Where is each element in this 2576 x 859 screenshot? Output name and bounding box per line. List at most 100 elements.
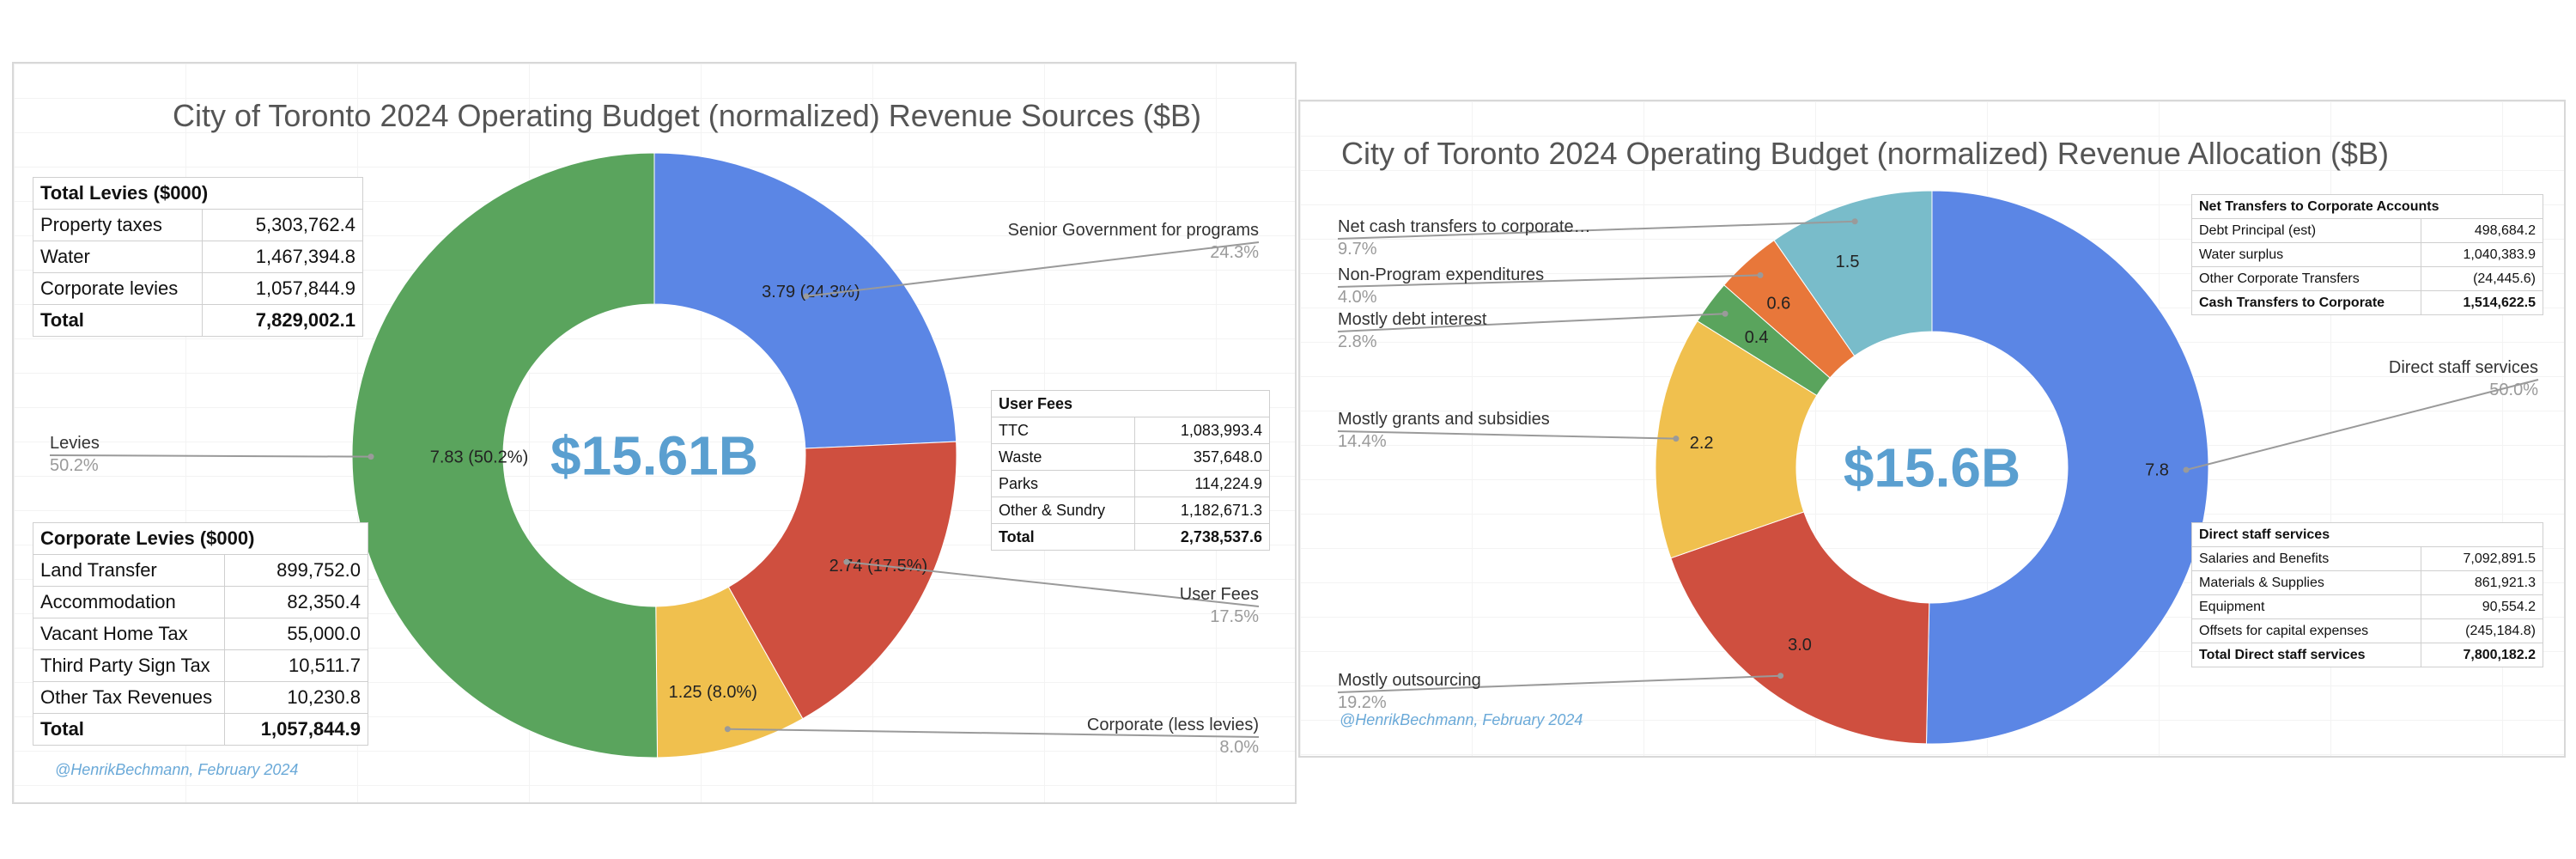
table-row: TTC 1,083,993.4 bbox=[991, 417, 1270, 444]
table-row: Materials & Supplies 861,921.3 bbox=[2191, 570, 2543, 595]
row-value: 1,040,383.9 bbox=[2421, 242, 2543, 267]
row-label: Equipment bbox=[2191, 594, 2421, 619]
row-label: Water surplus bbox=[2191, 242, 2421, 267]
callout-percent: 2.8% bbox=[1338, 332, 1377, 351]
table-header: Total Levies ($000) bbox=[33, 177, 363, 210]
table-row: Other Tax Revenues 10,230.8 bbox=[33, 681, 368, 714]
row-value: 899,752.0 bbox=[224, 554, 368, 587]
row-value: 82,350.4 bbox=[224, 586, 368, 618]
corporate-levies-table: Corporate Levies ($000) Land Transfer 899… bbox=[33, 522, 368, 746]
callout-percent: 17.5% bbox=[1210, 607, 1259, 626]
table-row: Water 1,467,394.8 bbox=[33, 241, 363, 273]
row-value: 7,829,002.1 bbox=[202, 304, 363, 337]
callout-anchor-dot bbox=[2183, 466, 2190, 473]
row-value: 7,800,182.2 bbox=[2421, 643, 2543, 667]
total-levies-table: Total Levies ($000) Property taxes 5,303,… bbox=[33, 177, 363, 337]
table-row: Accommodation 82,350.4 bbox=[33, 586, 368, 618]
table-total-row: Total Direct staff services 7,800,182.2 bbox=[2191, 643, 2543, 667]
row-label: Total bbox=[33, 713, 225, 746]
row-label: Water bbox=[33, 241, 203, 273]
callout-name-senior-government-for-programs: Senior Government for programs bbox=[1008, 221, 1259, 240]
row-value: 498,684.2 bbox=[2421, 218, 2543, 243]
slice-value-label: 0.4 bbox=[1745, 328, 1769, 347]
callout-name-net-cash-transfers-to-corporate: Net cash transfers to corporate… bbox=[1338, 217, 1591, 236]
row-value: 1,182,671.3 bbox=[1134, 497, 1270, 524]
callout-anchor-dot bbox=[1851, 218, 1858, 225]
net-transfers-table: Net Transfers to Corporate Accounts Debt… bbox=[2191, 194, 2543, 315]
callout-percent: 8.0% bbox=[1219, 738, 1259, 757]
row-label: Other Corporate Transfers bbox=[2191, 266, 2421, 291]
row-value: 357,648.0 bbox=[1134, 443, 1270, 471]
table-row: Other Corporate Transfers (24,445.6) bbox=[2191, 266, 2543, 291]
donut-slice-mostly-outsourcing bbox=[1670, 511, 1930, 745]
row-label: Total bbox=[991, 523, 1135, 551]
author-credit: @HenrikBechmann, February 2024 bbox=[55, 761, 299, 778]
callout-anchor-dot bbox=[1673, 436, 1680, 442]
slice-value-label: 7.8 bbox=[2145, 461, 2169, 480]
slice-value-label: 1.5 bbox=[1836, 253, 1860, 271]
callout-anchor-dot bbox=[1757, 271, 1764, 278]
callout-anchor-dot bbox=[368, 454, 374, 460]
row-label: Salaries and Benefits bbox=[2191, 546, 2421, 571]
callout-leader-line bbox=[1337, 430, 1676, 440]
table-row: Debt Principal (est) 498,684.2 bbox=[2191, 218, 2543, 243]
row-value: 7,092,891.5 bbox=[2421, 546, 2543, 571]
table-row: Waste 357,648.0 bbox=[991, 443, 1270, 471]
donut-center-total: $15.61B bbox=[550, 424, 758, 486]
table-row: Third Party Sign Tax 10,511.7 bbox=[33, 649, 368, 682]
row-value: 10,511.7 bbox=[224, 649, 368, 682]
revenue-allocation-panel: City of Toronto 2024 Operating Budget (n… bbox=[1298, 100, 2566, 758]
row-label: Third Party Sign Tax bbox=[33, 649, 225, 682]
table-header: Net Transfers to Corporate Accounts bbox=[2191, 194, 2543, 219]
callout-anchor-dot bbox=[843, 558, 850, 565]
row-value: 10,230.8 bbox=[224, 681, 368, 714]
callout-anchor-dot bbox=[803, 293, 810, 300]
row-value: 114,224.9 bbox=[1134, 470, 1270, 497]
callout-name-corporate-less-levies: Corporate (less levies) bbox=[1087, 716, 1259, 734]
table-row: Parks 114,224.9 bbox=[991, 470, 1270, 497]
row-value: (24,445.6) bbox=[2421, 266, 2543, 291]
slice-value-label: 1.25 (8.0%) bbox=[669, 683, 757, 702]
row-value: 2,738,537.6 bbox=[1134, 523, 1270, 551]
callout-percent: 50.0% bbox=[2489, 381, 2538, 399]
table-header: Corporate Levies ($000) bbox=[33, 522, 368, 555]
row-value: 1,057,844.9 bbox=[224, 713, 368, 746]
row-label: Cash Transfers to Corporate bbox=[2191, 290, 2421, 315]
callout-name-user-fees: User Fees bbox=[1180, 585, 1259, 604]
row-value: 55,000.0 bbox=[224, 618, 368, 650]
table-total-row: Cash Transfers to Corporate 1,514,622.5 bbox=[2191, 290, 2543, 315]
callout-anchor-dot bbox=[724, 726, 731, 733]
row-label: Waste bbox=[991, 443, 1135, 471]
callout-percent: 4.0% bbox=[1338, 288, 1377, 307]
table-row: Vacant Home Tax 55,000.0 bbox=[33, 618, 368, 650]
table-row: Equipment 90,554.2 bbox=[2191, 594, 2543, 619]
callout-name-direct-staff-services: Direct staff services bbox=[2389, 358, 2538, 377]
row-label: Materials & Supplies bbox=[2191, 570, 2421, 595]
row-label: TTC bbox=[991, 417, 1135, 444]
callout-percent: 14.4% bbox=[1338, 432, 1387, 451]
table-row: Property taxes 5,303,762.4 bbox=[33, 209, 363, 241]
row-label: Property taxes bbox=[33, 209, 203, 241]
user-fees-table: User Fees TTC 1,083,993.4 Waste 357,648.0 … bbox=[991, 390, 1270, 551]
table-row: Offsets for capital expenses (245,184.8) bbox=[2191, 618, 2543, 643]
callout-anchor-dot bbox=[1777, 673, 1784, 679]
table-total-row: Total 2,738,537.6 bbox=[991, 523, 1270, 551]
row-value: 1,057,844.9 bbox=[202, 272, 363, 305]
row-label: Other & Sundry bbox=[991, 497, 1135, 524]
row-label: Accommodation bbox=[33, 586, 225, 618]
row-value: 861,921.3 bbox=[2421, 570, 2543, 595]
callout-percent: 19.2% bbox=[1338, 693, 1387, 712]
row-label: Offsets for capital expenses bbox=[2191, 618, 2421, 643]
direct-staff-services-table: Direct staff services Salaries and Benef… bbox=[2191, 522, 2543, 667]
callout-name-mostly-outsourcing: Mostly outsourcing bbox=[1338, 671, 1481, 690]
row-value: 5,303,762.4 bbox=[202, 209, 363, 241]
row-value: (245,184.8) bbox=[2421, 618, 2543, 643]
row-label: Vacant Home Tax bbox=[33, 618, 225, 650]
revenue-sources-panel: City of Toronto 2024 Operating Budget (n… bbox=[12, 62, 1297, 804]
row-value: 1,514,622.5 bbox=[2421, 290, 2543, 315]
callout-leader-line bbox=[2185, 379, 2539, 471]
callout-anchor-dot bbox=[1722, 310, 1728, 317]
row-value: 90,554.2 bbox=[2421, 594, 2543, 619]
row-label: Other Tax Revenues bbox=[33, 681, 225, 714]
callout-name-non-program-expenditures: Non-Program expenditures bbox=[1338, 265, 1544, 284]
